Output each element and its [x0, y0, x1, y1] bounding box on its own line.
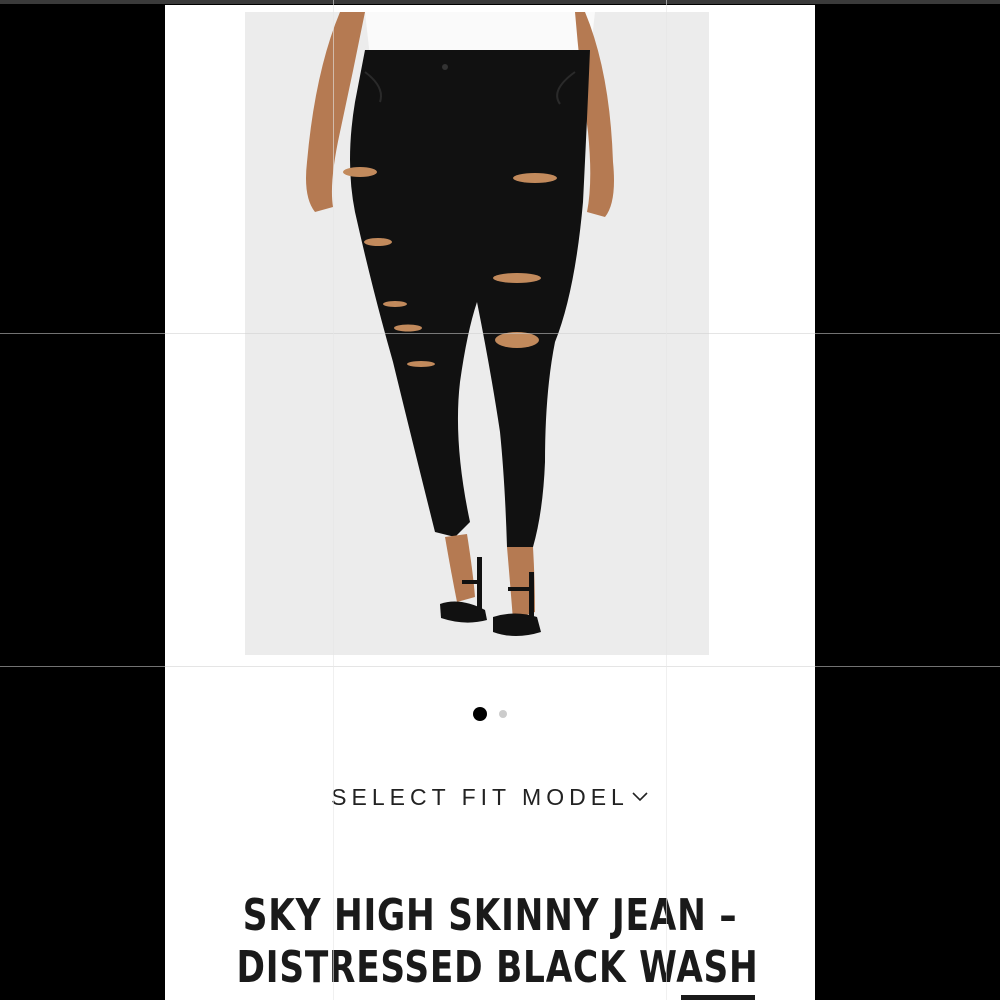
product-page: SELECT FIT MODEL SKY HIGH SKINNY JEAN – … — [165, 5, 815, 1000]
grid-line — [333, 0, 334, 1000]
carousel-dot-2[interactable] — [499, 710, 507, 718]
grid-line — [0, 333, 1000, 334]
grid-line — [0, 666, 1000, 667]
carousel-dots — [165, 707, 815, 721]
product-title: SKY HIGH SKINNY JEAN – DISTRESSED BLACK … — [236, 890, 759, 994]
corner-decoration — [681, 995, 755, 1000]
fit-model-label: SELECT FIT MODEL — [331, 783, 629, 810]
grid-line — [666, 0, 667, 1000]
product-title-line-2: DISTRESSED BLACK WASH — [236, 942, 759, 993]
chevron-down-icon — [632, 792, 648, 802]
select-fit-model-dropdown[interactable]: SELECT FIT MODEL — [165, 780, 815, 814]
carousel-dot-1[interactable] — [473, 707, 487, 721]
product-title-line-1: SKY HIGH SKINNY JEAN – — [242, 890, 738, 941]
top-strip — [0, 0, 1000, 4]
